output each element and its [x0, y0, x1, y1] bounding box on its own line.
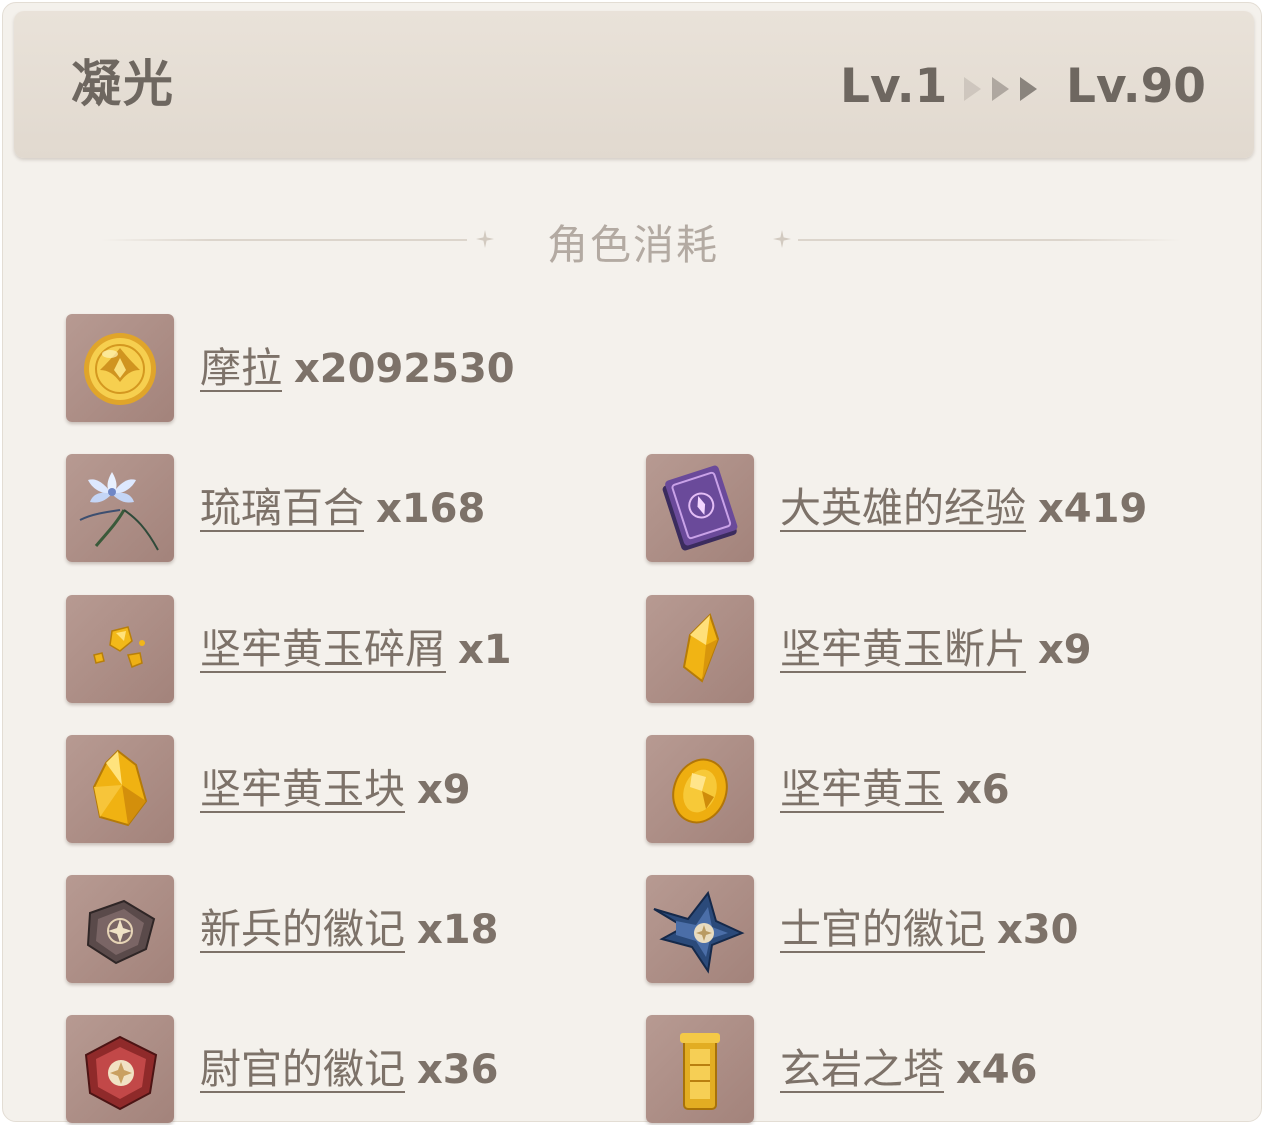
- material-name-link[interactable]: 坚牢黄玉: [780, 765, 944, 813]
- material-name-link[interactable]: 坚牢黄玉断片: [780, 625, 1026, 673]
- material-name-link[interactable]: 坚牢黄玉块: [200, 765, 405, 813]
- character-name: 凝光: [71, 55, 175, 113]
- sergeant-insignia-icon: [646, 875, 754, 983]
- basalt-pillar-icon: [646, 1015, 754, 1123]
- material-label: 大英雄的经验 x419: [780, 482, 1147, 543]
- material-count: x168: [376, 486, 486, 532]
- topaz-chunk-icon: [66, 735, 174, 843]
- material-label: 坚牢黄玉块 x9: [200, 763, 471, 824]
- character-materials-card: 凝光 Lv.1 Lv.90 角色消耗 摩拉 x2092530 琉璃百合 x168…: [2, 2, 1262, 1123]
- topaz-gemstone-icon: [646, 735, 754, 843]
- topaz-sliver-icon: [66, 595, 174, 703]
- material-count: x2092530: [294, 346, 515, 392]
- material-name-link[interactable]: 大英雄的经验: [780, 484, 1026, 532]
- material-count: x419: [1038, 486, 1148, 532]
- material-name-link[interactable]: 摩拉: [200, 344, 282, 392]
- material-name-link[interactable]: 玄岩之塔: [780, 1045, 944, 1093]
- material-label: 士官的徽记 x30: [780, 903, 1078, 964]
- section-title: 角色消耗: [547, 221, 719, 269]
- material-name-link[interactable]: 尉官的徽记: [200, 1045, 405, 1093]
- topaz-fragment-icon: [646, 595, 754, 703]
- material-count: x6: [956, 767, 1010, 813]
- material-label: 坚牢黄玉 x6: [780, 763, 1010, 824]
- level-arrow-icon: [964, 74, 1044, 104]
- material-label: 尉官的徽记 x36: [200, 1043, 498, 1104]
- material-name-link[interactable]: 琉璃百合: [200, 484, 364, 532]
- material-count: x30: [997, 907, 1079, 953]
- level-to: Lv.90: [1066, 59, 1207, 114]
- sparkle-icon: [773, 230, 791, 248]
- material-name-link[interactable]: 新兵的徽记: [200, 905, 405, 953]
- material-count: x9: [417, 767, 471, 813]
- material-label: 琉璃百合 x168: [200, 482, 485, 543]
- material-label: 玄岩之塔 x46: [780, 1043, 1037, 1104]
- lieutenant-insignia-icon: [66, 1015, 174, 1123]
- sparkle-icon: [476, 230, 494, 248]
- material-count: x36: [417, 1047, 499, 1093]
- material-count: x46: [956, 1047, 1038, 1093]
- glaze-lily-icon: [66, 454, 174, 562]
- header-bar: 凝光 Lv.1 Lv.90: [14, 11, 1254, 158]
- mora-coin-icon: [66, 314, 174, 422]
- material-name-link[interactable]: 士官的徽记: [780, 905, 985, 953]
- material-name-link[interactable]: 坚牢黄玉碎屑: [200, 625, 446, 673]
- material-label: 坚牢黄玉断片 x9: [780, 623, 1092, 684]
- material-label: 新兵的徽记 x18: [200, 903, 498, 964]
- level-from: Lv.1: [840, 59, 948, 114]
- divider-left: [101, 239, 467, 241]
- material-count: x1: [458, 627, 512, 673]
- material-label: 坚牢黄玉碎屑 x1: [200, 623, 512, 684]
- divider-right: [798, 239, 1181, 241]
- recruit-insignia-icon: [66, 875, 174, 983]
- material-label: 摩拉 x2092530: [200, 342, 515, 403]
- material-count: x18: [417, 907, 499, 953]
- material-count: x9: [1038, 627, 1092, 673]
- heros-wit-book-icon: [646, 454, 754, 562]
